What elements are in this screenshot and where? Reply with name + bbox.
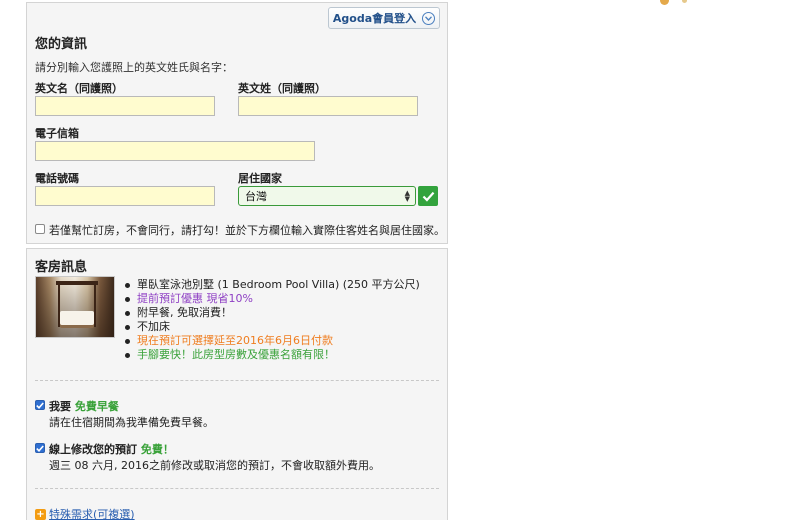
special-request-toggle[interactable]: + 特殊需求(可複選) bbox=[35, 506, 135, 520]
bed bbox=[60, 311, 94, 325]
first-name-label: 英文名（同護照） bbox=[35, 82, 123, 95]
bed-canopy bbox=[56, 281, 98, 285]
room-details-list: 單臥室泳池別墅 (1 Bedroom Pool Villa) (250 平方公尺… bbox=[124, 278, 420, 362]
free-breakfast-title: 我要 免費早餐 bbox=[49, 398, 119, 414]
email-label: 電子信箱 bbox=[35, 127, 79, 140]
room-info-title: 客房訊息 bbox=[35, 260, 88, 275]
passport-name-hint: 請分別輸入您護照上的英文姓氏與名字： bbox=[35, 61, 233, 74]
free-breakfast-prefix: 我要 bbox=[49, 400, 71, 413]
room-detail-item: 提前預訂優惠 現省10% bbox=[124, 292, 420, 306]
booking-for-other-checkbox[interactable] bbox=[35, 224, 45, 234]
last-name-input[interactable] bbox=[238, 96, 418, 116]
free-breakfast-checkbox[interactable] bbox=[35, 400, 45, 410]
free-modify-title: 線上修改您的預訂 免費！ bbox=[49, 441, 174, 457]
chevron-down-icon bbox=[422, 11, 436, 25]
free-modify-prefix: 線上修改您的預訂 bbox=[49, 443, 137, 456]
guest-info-panel: 您的資訊 Agoda會員登入 請分別輸入您護照上的英文姓氏與名字： 英文名（同護… bbox=[26, 2, 448, 244]
email-field[interactable] bbox=[35, 141, 315, 161]
agoda-login-button[interactable]: Agoda會員登入 bbox=[328, 7, 440, 29]
agoda-login-label: Agoda會員登入 bbox=[332, 12, 417, 25]
divider bbox=[35, 488, 439, 489]
country-select[interactable]: 台灣 ▲ ▼ bbox=[238, 186, 416, 206]
room-detail-item: 不加床 bbox=[124, 320, 420, 334]
phone-label: 電話號碼 bbox=[35, 172, 79, 185]
first-name-input[interactable] bbox=[35, 96, 215, 116]
avatar bbox=[660, 0, 669, 5]
country-value: 台灣 bbox=[245, 190, 267, 203]
avatar-badge bbox=[682, 0, 687, 3]
guest-info-title: 您的資訊 bbox=[35, 37, 88, 52]
free-modify-checkbox[interactable] bbox=[35, 443, 45, 453]
divider bbox=[35, 380, 439, 381]
room-photo[interactable] bbox=[35, 276, 115, 338]
country-label: 居住國家 bbox=[238, 172, 282, 185]
booking-for-other-label: 若僅幫忙訂房，不會同行，請打勾！並於下方欄位輸入實際住客姓名與居住國家。 bbox=[49, 224, 445, 237]
room-info-panel: 客房訊息 單臥室泳池別墅 (1 Bedroom Pool Villa) (250… bbox=[26, 248, 448, 520]
free-modify-desc: 週三 08 六月, 2016之前修改或取消您的預訂，不會收取額外費用。 bbox=[49, 459, 380, 472]
bed-post bbox=[94, 283, 96, 327]
phone-input[interactable] bbox=[35, 186, 215, 206]
last-name-label: 英文姓（同護照） bbox=[238, 82, 326, 95]
free-breakfast-highlight: 免費早餐 bbox=[74, 400, 119, 413]
free-breakfast-desc: 請在住宿期間為我準備免費早餐。 bbox=[49, 416, 214, 429]
special-request-link[interactable]: 特殊需求(可複選) bbox=[49, 506, 135, 520]
room-detail-item: 手腳要快！此房型房數及優惠名額有限！ bbox=[124, 348, 420, 362]
free-modify-highlight: 免費！ bbox=[140, 443, 174, 456]
room-detail-item: 現在預訂可選擇延至2016年6月6日付款 bbox=[124, 334, 420, 348]
room-detail-item: 單臥室泳池別墅 (1 Bedroom Pool Villa) (250 平方公尺… bbox=[124, 278, 420, 292]
plus-icon: + bbox=[35, 508, 46, 520]
room-detail-item: 附早餐, 免取消費！ bbox=[124, 306, 420, 320]
valid-check-icon bbox=[418, 186, 438, 206]
select-arrows-icon: ▲ ▼ bbox=[404, 189, 410, 203]
